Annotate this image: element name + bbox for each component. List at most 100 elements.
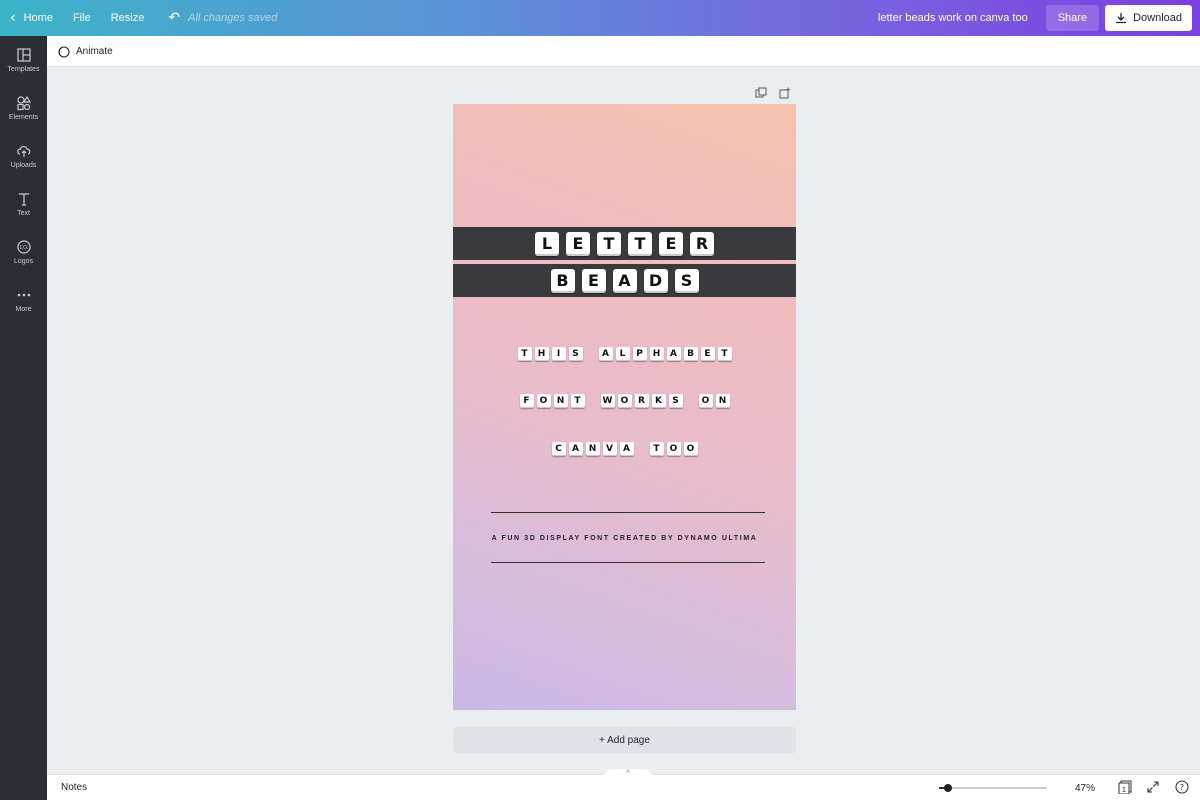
bead-space (686, 394, 696, 408)
letter-bead: D (643, 268, 668, 293)
editor-toolbar: Animate (47, 36, 1200, 67)
letter-bead: T (717, 347, 732, 361)
sidebar-item-templates[interactable]: Templates (0, 36, 47, 84)
sidebar-item-more[interactable]: More (0, 276, 47, 324)
download-label: Download (1133, 12, 1182, 24)
share-label: Share (1057, 12, 1088, 24)
undo-icon[interactable]: ↶ (168, 10, 180, 26)
title-band-2: BEADS (453, 264, 796, 297)
letter-bead: B (683, 347, 698, 361)
page-count: 1 (1122, 786, 1126, 794)
add-page-button[interactable]: + Add page (453, 727, 796, 753)
letter-bead: R (634, 394, 649, 408)
letter-bead: H (649, 347, 664, 361)
add-page-label: + Add page (599, 734, 650, 746)
sidebar-item-label: Templates (7, 66, 40, 73)
download-button[interactable]: Download (1105, 5, 1192, 31)
letter-bead: L (535, 231, 559, 256)
sidebar-item-label: Elements (8, 114, 39, 121)
animate-label: Animate (76, 45, 113, 57)
duplicate-page-icon[interactable] (755, 86, 767, 98)
letter-bead: E (659, 231, 683, 256)
add-page-icon[interactable] (779, 86, 791, 99)
zoom-track (939, 787, 1047, 789)
share-button[interactable]: Share (1045, 5, 1100, 31)
help-icon[interactable]: ? (1175, 780, 1189, 794)
letter-bead: A (612, 268, 637, 293)
home-button[interactable]: ‹ Home (0, 0, 63, 36)
sidebar-item-logos[interactable]: CO. Logos (0, 228, 47, 276)
zoom-value: 47% (1075, 783, 1096, 794)
letter-bead: T (628, 231, 652, 256)
letter-bead: O (617, 394, 632, 408)
chevron-up-icon: ^ (626, 769, 630, 777)
document-title[interactable]: letter beads work on canva too (878, 12, 1028, 24)
page-count-icon[interactable]: 1 (1118, 780, 1132, 795)
tagline: A FUN 3D DISPLAY FONT CREATED BY DYNAMO … (491, 535, 758, 542)
sidebar-item-label: More (15, 306, 32, 313)
logos-icon: CO. (16, 240, 31, 254)
download-icon (1116, 13, 1127, 24)
letter-bead: O (536, 394, 551, 408)
letter-bead: R (690, 231, 714, 256)
letter-bead: V (602, 442, 617, 456)
letter-bead: W (600, 394, 615, 408)
fullscreen-icon[interactable] (1146, 780, 1160, 794)
letter-bead: E (566, 231, 590, 256)
bead-space (586, 347, 596, 361)
uploads-icon (16, 145, 30, 157)
letter-bead: S (568, 347, 583, 361)
letter-bead: S (674, 268, 699, 293)
letter-bead: H (534, 347, 549, 361)
chevron-left-icon: ‹ (10, 10, 16, 26)
collapse-notes-tab[interactable]: ^ (604, 769, 652, 777)
home-label: Home (23, 12, 53, 24)
letter-bead: O (666, 442, 681, 456)
letter-bead: O (698, 394, 713, 408)
letter-bead: A (598, 347, 613, 361)
title-band-1: LETTER (453, 227, 796, 260)
letter-bead: L (615, 347, 630, 361)
letter-bead: N (715, 394, 730, 408)
letter-bead: I (551, 347, 566, 361)
letter-bead: S (668, 394, 683, 408)
bottom-bar: ^ Notes 47% 1 ? (47, 769, 1200, 800)
body-line-2: FONTWORKSON (453, 394, 796, 408)
notes-button[interactable]: Notes (61, 782, 87, 793)
svg-text:?: ? (1180, 783, 1184, 792)
letter-bead: A (619, 442, 634, 456)
templates-icon (16, 48, 31, 62)
sidebar-item-text[interactable]: Text (0, 180, 47, 228)
sidebar-item-elements[interactable]: Elements (0, 84, 47, 132)
body-line-3: CANVATOO (453, 442, 796, 456)
file-menu[interactable]: File (63, 0, 101, 36)
animate-button[interactable]: Animate (57, 45, 113, 58)
body-line-1: THISALPHABET (453, 347, 796, 361)
more-icon (17, 293, 30, 297)
letter-bead: O (683, 442, 698, 456)
animate-icon (58, 45, 70, 58)
zoom-slider[interactable] (935, 783, 1050, 793)
letter-bead: C (551, 442, 566, 456)
letter-bead: P (632, 347, 647, 361)
letter-bead: A (568, 442, 583, 456)
design-page[interactable]: LETTER BEADS THISALPHABET FONTWORKSON CA… (453, 104, 796, 710)
letter-bead: F (519, 394, 534, 408)
sidebar-item-label: Text (17, 210, 30, 217)
letter-bead: E (581, 268, 606, 293)
letter-bead: B (550, 268, 575, 293)
divider-bottom (491, 562, 765, 563)
divider-top (491, 512, 765, 513)
letter-bead: T (517, 347, 532, 361)
resize-menu[interactable]: Resize (101, 0, 155, 36)
sidebar-item-label: Logos (13, 258, 34, 265)
letter-bead: K (651, 394, 666, 408)
elements-icon (16, 95, 31, 111)
left-sidebar: Templates Elements Uploads Text CO. Logo… (0, 36, 47, 800)
zoom-handle[interactable] (943, 784, 952, 792)
letter-bead: N (585, 442, 600, 456)
page-actions (755, 86, 791, 99)
top-bar: ‹ Home File Resize ↶ All changes saved l… (0, 0, 1200, 36)
sidebar-item-uploads[interactable]: Uploads (0, 132, 47, 180)
letter-bead: T (597, 231, 621, 256)
